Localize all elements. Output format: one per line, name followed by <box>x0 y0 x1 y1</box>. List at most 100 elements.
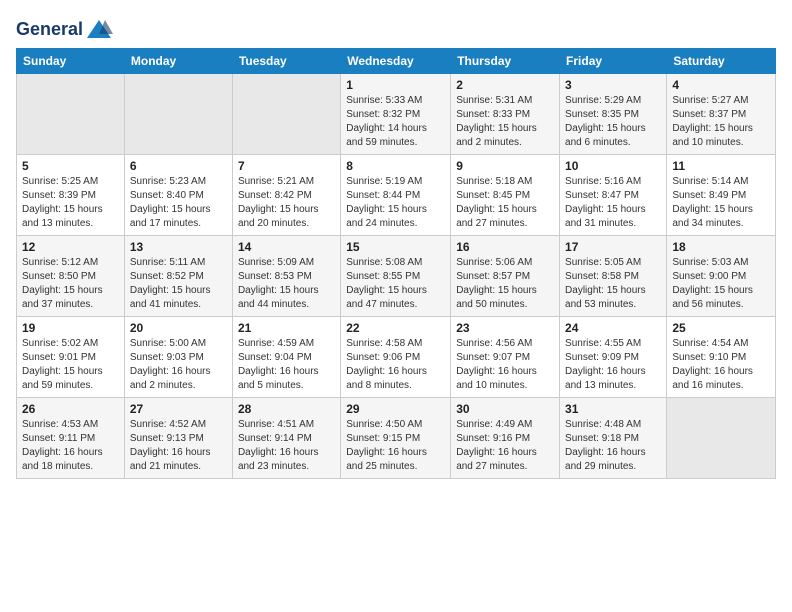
calendar-cell: 18 Sunrise: 5:03 AMSunset: 9:00 PMDayligh… <box>667 236 776 317</box>
day-number: 20 <box>130 321 227 335</box>
calendar-cell: 14Sunrise: 5:09 AMSunset: 8:53 PMDayligh… <box>232 236 340 317</box>
calendar-cell: 29 Sunrise: 4:50 AMSunset: 9:15 PMDayligh… <box>341 398 451 479</box>
day-number: 5 <box>22 159 119 173</box>
calendar-cell: 16 Sunrise: 5:06 AMSunset: 8:57 PMDayligh… <box>451 236 560 317</box>
day-info: Sunrise: 5:16 AMSunset: 8:47 PMDaylight:… <box>565 175 661 231</box>
day-number: 11 <box>672 159 770 173</box>
day-number: 19 <box>22 321 119 335</box>
day-info: Sunrise: 4:56 AMSunset: 9:07 PMDaylight:… <box>456 337 554 393</box>
day-number: 8 <box>346 159 445 173</box>
calendar-cell: 12 Sunrise: 5:12 AMSunset: 8:50 PMDayligh… <box>17 236 125 317</box>
day-number: 15 <box>346 240 445 254</box>
day-number: 7 <box>238 159 335 173</box>
day-number: 27 <box>130 402 227 416</box>
day-info: Sunrise: 4:55 AMSunset: 9:09 PMDaylight:… <box>565 337 661 393</box>
day-number: 9 <box>456 159 554 173</box>
day-info: Sunrise: 4:58 AMSunset: 9:06 PMDaylight:… <box>346 337 445 393</box>
day-number: 29 <box>346 402 445 416</box>
day-info: Sunrise: 4:59 AMSunset: 9:04 PMDaylight:… <box>238 337 335 393</box>
day-info: Sunrise: 5:11 AMSunset: 8:52 PMDaylight:… <box>130 256 227 312</box>
calendar-cell: 27 Sunrise: 4:52 AMSunset: 9:13 PMDayligh… <box>124 398 232 479</box>
day-info: Sunrise: 5:02 AMSunset: 9:01 PMDaylight:… <box>22 337 119 393</box>
day-number: 31 <box>565 402 661 416</box>
calendar-cell <box>667 398 776 479</box>
calendar-cell: 1 Sunrise: 5:33 AMSunset: 8:32 PMDaylight… <box>341 74 451 155</box>
day-info: Sunrise: 5:33 AMSunset: 8:32 PMDaylight:… <box>346 94 445 150</box>
calendar-cell: 23Sunrise: 4:56 AMSunset: 9:07 PMDayligh… <box>451 317 560 398</box>
day-number: 18 <box>672 240 770 254</box>
calendar-cell: 25 Sunrise: 4:54 AMSunset: 9:10 PMDayligh… <box>667 317 776 398</box>
calendar-cell: 24Sunrise: 4:55 AMSunset: 9:09 PMDayligh… <box>560 317 667 398</box>
calendar-cell: 15 Sunrise: 5:08 AMSunset: 8:55 PMDayligh… <box>341 236 451 317</box>
day-info: Sunrise: 4:50 AMSunset: 9:15 PMDaylight:… <box>346 418 445 474</box>
day-number: 10 <box>565 159 661 173</box>
day-info: Sunrise: 5:29 AMSunset: 8:35 PMDaylight:… <box>565 94 661 150</box>
day-number: 4 <box>672 78 770 92</box>
weekday-header-friday: Friday <box>560 49 667 74</box>
day-number: 26 <box>22 402 119 416</box>
calendar-cell: 5 Sunrise: 5:25 AMSunset: 8:39 PMDaylight… <box>17 155 125 236</box>
weekday-header-wednesday: Wednesday <box>341 49 451 74</box>
day-info: Sunrise: 4:51 AMSunset: 9:14 PMDaylight:… <box>238 418 335 474</box>
day-info: Sunrise: 4:54 AMSunset: 9:10 PMDaylight:… <box>672 337 770 393</box>
calendar-cell: 20 Sunrise: 5:00 AMSunset: 9:03 PMDayligh… <box>124 317 232 398</box>
calendar-cell: 4 Sunrise: 5:27 AMSunset: 8:37 PMDaylight… <box>667 74 776 155</box>
calendar-cell <box>232 74 340 155</box>
day-info: Sunrise: 5:08 AMSunset: 8:55 PMDaylight:… <box>346 256 445 312</box>
day-info: Sunrise: 5:27 AMSunset: 8:37 PMDaylight:… <box>672 94 770 150</box>
calendar-cell <box>124 74 232 155</box>
calendar-cell: 11Sunrise: 5:14 AMSunset: 8:49 PMDayligh… <box>667 155 776 236</box>
calendar-cell <box>17 74 125 155</box>
day-number: 2 <box>456 78 554 92</box>
logo: General <box>16 16 115 40</box>
day-info: Sunrise: 5:21 AMSunset: 8:42 PMDaylight:… <box>238 175 335 231</box>
logo-text: General <box>16 16 115 44</box>
day-info: Sunrise: 5:25 AMSunset: 8:39 PMDaylight:… <box>22 175 119 231</box>
day-info: Sunrise: 5:03 AMSunset: 9:00 PMDaylight:… <box>672 256 770 312</box>
calendar-cell: 3 Sunrise: 5:29 AMSunset: 8:35 PMDaylight… <box>560 74 667 155</box>
day-number: 21 <box>238 321 335 335</box>
calendar-cell: 7 Sunrise: 5:21 AMSunset: 8:42 PMDaylight… <box>232 155 340 236</box>
calendar-cell: 26 Sunrise: 4:53 AMSunset: 9:11 PMDayligh… <box>17 398 125 479</box>
day-number: 13 <box>130 240 227 254</box>
weekday-header-monday: Monday <box>124 49 232 74</box>
calendar-cell: 8 Sunrise: 5:19 AMSunset: 8:44 PMDaylight… <box>341 155 451 236</box>
day-number: 3 <box>565 78 661 92</box>
weekday-header-sunday: Sunday <box>17 49 125 74</box>
day-number: 12 <box>22 240 119 254</box>
calendar-cell: 9 Sunrise: 5:18 AMSunset: 8:45 PMDaylight… <box>451 155 560 236</box>
day-info: Sunrise: 4:52 AMSunset: 9:13 PMDaylight:… <box>130 418 227 474</box>
weekday-header-saturday: Saturday <box>667 49 776 74</box>
day-number: 30 <box>456 402 554 416</box>
day-info: Sunrise: 5:09 AMSunset: 8:53 PMDaylight:… <box>238 256 335 312</box>
calendar-cell: 17 Sunrise: 5:05 AMSunset: 8:58 PMDayligh… <box>560 236 667 317</box>
page-header: General <box>16 16 776 40</box>
day-number: 6 <box>130 159 227 173</box>
calendar-cell: 28Sunrise: 4:51 AMSunset: 9:14 PMDayligh… <box>232 398 340 479</box>
day-info: Sunrise: 5:31 AMSunset: 8:33 PMDaylight:… <box>456 94 554 150</box>
calendar-cell: 13 Sunrise: 5:11 AMSunset: 8:52 PMDayligh… <box>124 236 232 317</box>
day-number: 1 <box>346 78 445 92</box>
day-info: Sunrise: 4:49 AMSunset: 9:16 PMDaylight:… <box>456 418 554 474</box>
day-info: Sunrise: 5:06 AMSunset: 8:57 PMDaylight:… <box>456 256 554 312</box>
day-info: Sunrise: 5:00 AMSunset: 9:03 PMDaylight:… <box>130 337 227 393</box>
calendar-cell: 21 Sunrise: 4:59 AMSunset: 9:04 PMDayligh… <box>232 317 340 398</box>
calendar-table: SundayMondayTuesdayWednesdayThursdayFrid… <box>16 48 776 479</box>
day-number: 22 <box>346 321 445 335</box>
day-info: Sunrise: 5:05 AMSunset: 8:58 PMDaylight:… <box>565 256 661 312</box>
weekday-header-thursday: Thursday <box>451 49 560 74</box>
calendar-cell: 19 Sunrise: 5:02 AMSunset: 9:01 PMDayligh… <box>17 317 125 398</box>
weekday-header-tuesday: Tuesday <box>232 49 340 74</box>
calendar-cell: 10 Sunrise: 5:16 AMSunset: 8:47 PMDayligh… <box>560 155 667 236</box>
calendar-cell: 22 Sunrise: 4:58 AMSunset: 9:06 PMDayligh… <box>341 317 451 398</box>
calendar-cell: 6 Sunrise: 5:23 AMSunset: 8:40 PMDaylight… <box>124 155 232 236</box>
day-number: 16 <box>456 240 554 254</box>
day-number: 17 <box>565 240 661 254</box>
day-info: Sunrise: 5:12 AMSunset: 8:50 PMDaylight:… <box>22 256 119 312</box>
day-info: Sunrise: 4:53 AMSunset: 9:11 PMDaylight:… <box>22 418 119 474</box>
day-number: 25 <box>672 321 770 335</box>
day-info: Sunrise: 5:19 AMSunset: 8:44 PMDaylight:… <box>346 175 445 231</box>
day-info: Sunrise: 5:23 AMSunset: 8:40 PMDaylight:… <box>130 175 227 231</box>
day-info: Sunrise: 5:18 AMSunset: 8:45 PMDaylight:… <box>456 175 554 231</box>
day-info: Sunrise: 4:48 AMSunset: 9:18 PMDaylight:… <box>565 418 661 474</box>
